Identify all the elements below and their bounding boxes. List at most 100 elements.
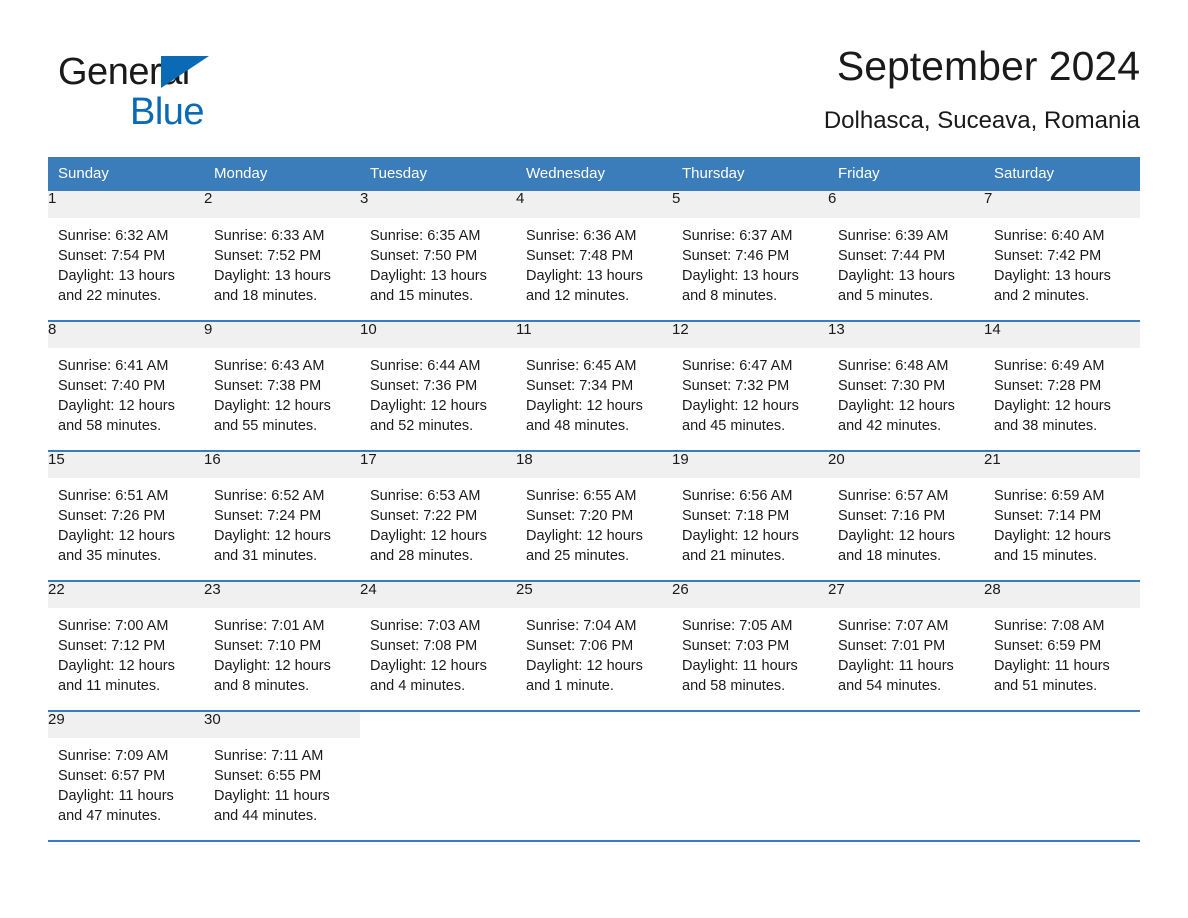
day-details-cell: Sunrise: 6:39 AM Sunset: 7:44 PM Daylight:… <box>828 218 984 321</box>
sunset-text: Sunset: 7:26 PM <box>58 508 166 524</box>
empty-day-cell <box>984 710 1140 738</box>
day-number-cell[interactable]: 2 <box>204 191 360 218</box>
day-number-cell[interactable]: 30 <box>204 710 360 738</box>
table-bottom-rule <box>48 840 1140 842</box>
daylight-text-line2: and 11 minutes. <box>58 678 161 694</box>
empty-details-cell <box>828 738 984 840</box>
sunset-text: Sunset: 7:28 PM <box>994 378 1102 394</box>
day-details-cell: Sunrise: 7:03 AM Sunset: 7:08 PM Daylight:… <box>360 608 516 711</box>
day-number-cell[interactable]: 6 <box>828 191 984 218</box>
day-number-cell[interactable]: 5 <box>672 191 828 218</box>
day-details-cell: Sunrise: 6:41 AM Sunset: 7:40 PM Daylight:… <box>48 348 204 451</box>
sunset-text: Sunset: 7:16 PM <box>838 508 946 524</box>
sunset-text: Sunset: 7:01 PM <box>838 638 946 654</box>
day-details-cell: Sunrise: 7:05 AM Sunset: 7:03 PM Daylight:… <box>672 608 828 711</box>
daylight-text-line2: and 18 minutes. <box>838 548 942 564</box>
day-number-cell[interactable]: 28 <box>984 580 1140 608</box>
day-number-cell[interactable]: 27 <box>828 580 984 608</box>
calendar-week-row: 8 9 10 11 12 13 14 <box>48 320 1140 348</box>
day-number-cell[interactable]: 26 <box>672 580 828 608</box>
daylight-text-line2: and 52 minutes. <box>370 418 474 434</box>
calendar-week-row: 15 16 17 18 19 20 21 <box>48 450 1140 478</box>
daylight-text-line1: Daylight: 13 hours <box>214 268 331 284</box>
day-number-cell[interactable]: 9 <box>204 320 360 348</box>
sunset-text: Sunset: 7:30 PM <box>838 378 946 394</box>
day-number-cell[interactable]: 22 <box>48 580 204 608</box>
day-details-cell: Sunrise: 6:45 AM Sunset: 7:34 PM Daylight:… <box>516 348 672 451</box>
sunset-text: Sunset: 7:20 PM <box>526 508 634 524</box>
day-number-cell[interactable]: 1 <box>48 191 204 218</box>
daylight-text-line2: and 58 minutes. <box>58 418 162 434</box>
daylight-text-line1: Daylight: 12 hours <box>838 398 955 414</box>
sunrise-text: Sunrise: 6:40 AM <box>994 228 1105 244</box>
sunset-text: Sunset: 7:36 PM <box>370 378 478 394</box>
sunrise-text: Sunrise: 6:47 AM <box>682 358 793 374</box>
sunset-text: Sunset: 7:22 PM <box>370 508 478 524</box>
day-number-cell[interactable]: 14 <box>984 320 1140 348</box>
day-details-cell: Sunrise: 6:59 AM Sunset: 7:14 PM Daylight:… <box>984 478 1140 581</box>
empty-day-cell <box>516 710 672 738</box>
day-number-cell[interactable]: 29 <box>48 710 204 738</box>
daylight-text-line1: Daylight: 11 hours <box>682 658 798 674</box>
day-details-cell: Sunrise: 7:04 AM Sunset: 7:06 PM Daylight:… <box>516 608 672 711</box>
sunrise-text: Sunrise: 7:04 AM <box>526 618 637 634</box>
sunset-text: Sunset: 7:24 PM <box>214 508 322 524</box>
day-number-cell[interactable]: 16 <box>204 450 360 478</box>
daylight-text-line2: and 31 minutes. <box>214 548 318 564</box>
day-number-cell[interactable]: 24 <box>360 580 516 608</box>
daylight-text-line2: and 18 minutes. <box>214 288 318 304</box>
general-blue-logo[interactable]: General Blue <box>58 50 318 140</box>
day-details-cell: Sunrise: 6:43 AM Sunset: 7:38 PM Daylight:… <box>204 348 360 451</box>
day-number-cell[interactable]: 4 <box>516 191 672 218</box>
empty-details-cell <box>984 738 1140 840</box>
day-number-cell[interactable]: 15 <box>48 450 204 478</box>
day-number-cell[interactable]: 17 <box>360 450 516 478</box>
sunset-text: Sunset: 6:57 PM <box>58 768 166 784</box>
daylight-text-line2: and 5 minutes. <box>838 288 934 304</box>
daylight-text-line1: Daylight: 12 hours <box>370 398 487 414</box>
daylight-text-line2: and 4 minutes. <box>370 678 466 694</box>
page-subtitle-location: Dolhasca, Suceava, Romania <box>823 107 1140 134</box>
sunrise-text: Sunrise: 7:00 AM <box>58 618 169 634</box>
day-details-cell: Sunrise: 7:00 AM Sunset: 7:12 PM Daylight:… <box>48 608 204 711</box>
sunrise-text: Sunrise: 6:52 AM <box>214 488 325 504</box>
day-number-cell[interactable]: 3 <box>360 191 516 218</box>
daylight-text-line1: Daylight: 11 hours <box>58 788 174 804</box>
daylight-text-line2: and 44 minutes. <box>214 808 318 824</box>
day-number-cell[interactable]: 20 <box>828 450 984 478</box>
day-number-cell[interactable]: 25 <box>516 580 672 608</box>
day-number-cell[interactable]: 21 <box>984 450 1140 478</box>
calendar-week-details-row: Sunrise: 7:09 AM Sunset: 6:57 PM Daylight:… <box>48 738 1140 840</box>
daylight-text-line2: and 58 minutes. <box>682 678 786 694</box>
day-details-cell: Sunrise: 6:37 AM Sunset: 7:46 PM Daylight:… <box>672 218 828 321</box>
day-number-cell[interactable]: 18 <box>516 450 672 478</box>
sunset-text: Sunset: 7:54 PM <box>58 248 166 264</box>
day-number-cell[interactable]: 23 <box>204 580 360 608</box>
day-number-cell[interactable]: 8 <box>48 320 204 348</box>
sunset-text: Sunset: 7:10 PM <box>214 638 322 654</box>
day-details-cell: Sunrise: 6:35 AM Sunset: 7:50 PM Daylight:… <box>360 218 516 321</box>
daylight-text-line1: Daylight: 12 hours <box>994 528 1111 544</box>
sunrise-text: Sunrise: 6:49 AM <box>994 358 1105 374</box>
day-details-cell: Sunrise: 7:09 AM Sunset: 6:57 PM Daylight:… <box>48 738 204 840</box>
daylight-text-line2: and 38 minutes. <box>994 418 1098 434</box>
day-number-cell[interactable]: 10 <box>360 320 516 348</box>
day-number-cell[interactable]: 19 <box>672 450 828 478</box>
day-details-cell: Sunrise: 6:47 AM Sunset: 7:32 PM Daylight:… <box>672 348 828 451</box>
day-details-cell: Sunrise: 6:56 AM Sunset: 7:18 PM Daylight:… <box>672 478 828 581</box>
daylight-text-line1: Daylight: 13 hours <box>526 268 643 284</box>
daylight-text-line2: and 45 minutes. <box>682 418 786 434</box>
empty-details-cell <box>516 738 672 840</box>
daylight-text-line1: Daylight: 12 hours <box>58 398 175 414</box>
daylight-text-line1: Daylight: 13 hours <box>58 268 175 284</box>
calendar-header-row: Sunday Monday Tuesday Wednesday Thursday… <box>48 157 1140 191</box>
day-details-cell: Sunrise: 6:52 AM Sunset: 7:24 PM Daylight:… <box>204 478 360 581</box>
day-number-cell[interactable]: 7 <box>984 191 1140 218</box>
day-number-cell[interactable]: 11 <box>516 320 672 348</box>
empty-details-cell <box>672 738 828 840</box>
sunrise-text: Sunrise: 6:44 AM <box>370 358 481 374</box>
day-number-cell[interactable]: 12 <box>672 320 828 348</box>
day-number-cell[interactable]: 13 <box>828 320 984 348</box>
sunset-text: Sunset: 7:48 PM <box>526 248 634 264</box>
day-details-cell: Sunrise: 7:07 AM Sunset: 7:01 PM Daylight:… <box>828 608 984 711</box>
